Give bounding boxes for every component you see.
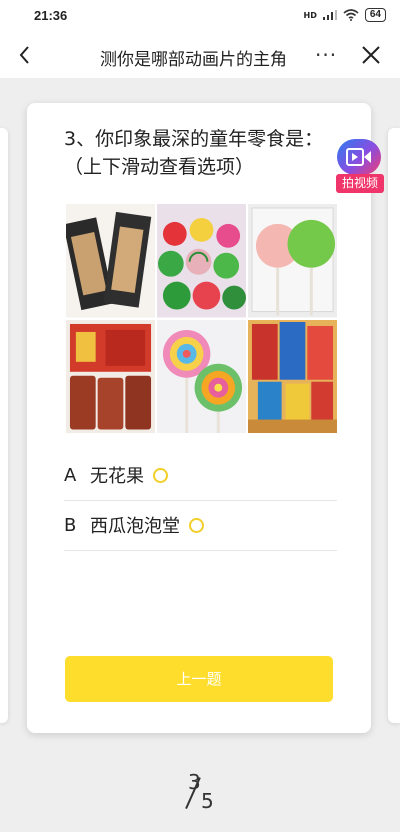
page-indicator: 3 5 — [184, 770, 218, 816]
previous-question-button[interactable]: 上一题 — [65, 656, 333, 702]
radio-icon[interactable] — [153, 467, 168, 483]
status-icons: HD 64 — [304, 8, 386, 22]
page-title: 测你是哪部动画片的主角 — [100, 50, 287, 70]
snack-image-tile — [66, 204, 155, 318]
record-video-label: 拍视频 — [336, 174, 384, 193]
status-bar: 21:36 HD 64 — [0, 0, 400, 34]
signal-icon — [322, 10, 337, 20]
question-text: 3、你印象最深的童年零食是： — [64, 128, 324, 150]
network-icon: HD — [303, 10, 317, 20]
snack-image-tile — [157, 319, 246, 433]
status-time: 21:36 — [34, 8, 68, 23]
close-icon[interactable] — [358, 42, 384, 68]
nav-bar: 测你是哪部动画片的主角 ··· — [0, 34, 400, 78]
question-image — [66, 204, 337, 433]
question-card: 3、你印象最深的童年零食是： （上下滑动查看选项） A 无花果 B 西瓜泡泡堂 … — [27, 103, 371, 733]
total-pages: 5 — [201, 789, 214, 813]
option-a[interactable]: A 无花果 — [64, 450, 337, 501]
record-video-button[interactable]: 拍视频 — [335, 139, 385, 197]
more-options-icon[interactable]: ··· — [315, 43, 337, 67]
battery-indicator: 64 — [364, 8, 386, 22]
snack-image-tile — [66, 319, 155, 433]
option-text: 无花果 — [90, 466, 144, 487]
option-b[interactable]: B 西瓜泡泡堂 — [64, 500, 337, 551]
radio-icon[interactable] — [189, 517, 204, 533]
option-letter: A — [64, 464, 77, 486]
question-hint: （上下滑动查看选项） — [64, 156, 255, 178]
next-card-edge — [388, 128, 400, 723]
wifi-icon — [343, 9, 359, 21]
option-text: 西瓜泡泡堂 — [90, 516, 180, 537]
snack-image-tile — [248, 319, 337, 433]
snack-image-tile — [248, 204, 337, 318]
video-camera-icon — [337, 139, 381, 175]
option-letter: B — [64, 514, 77, 536]
question-title: 3、你印象最深的童年零食是： （上下滑动查看选项） — [64, 125, 364, 181]
back-arrow-icon[interactable] — [12, 41, 40, 69]
snack-image-tile — [157, 204, 246, 318]
previous-card-edge — [0, 128, 8, 723]
